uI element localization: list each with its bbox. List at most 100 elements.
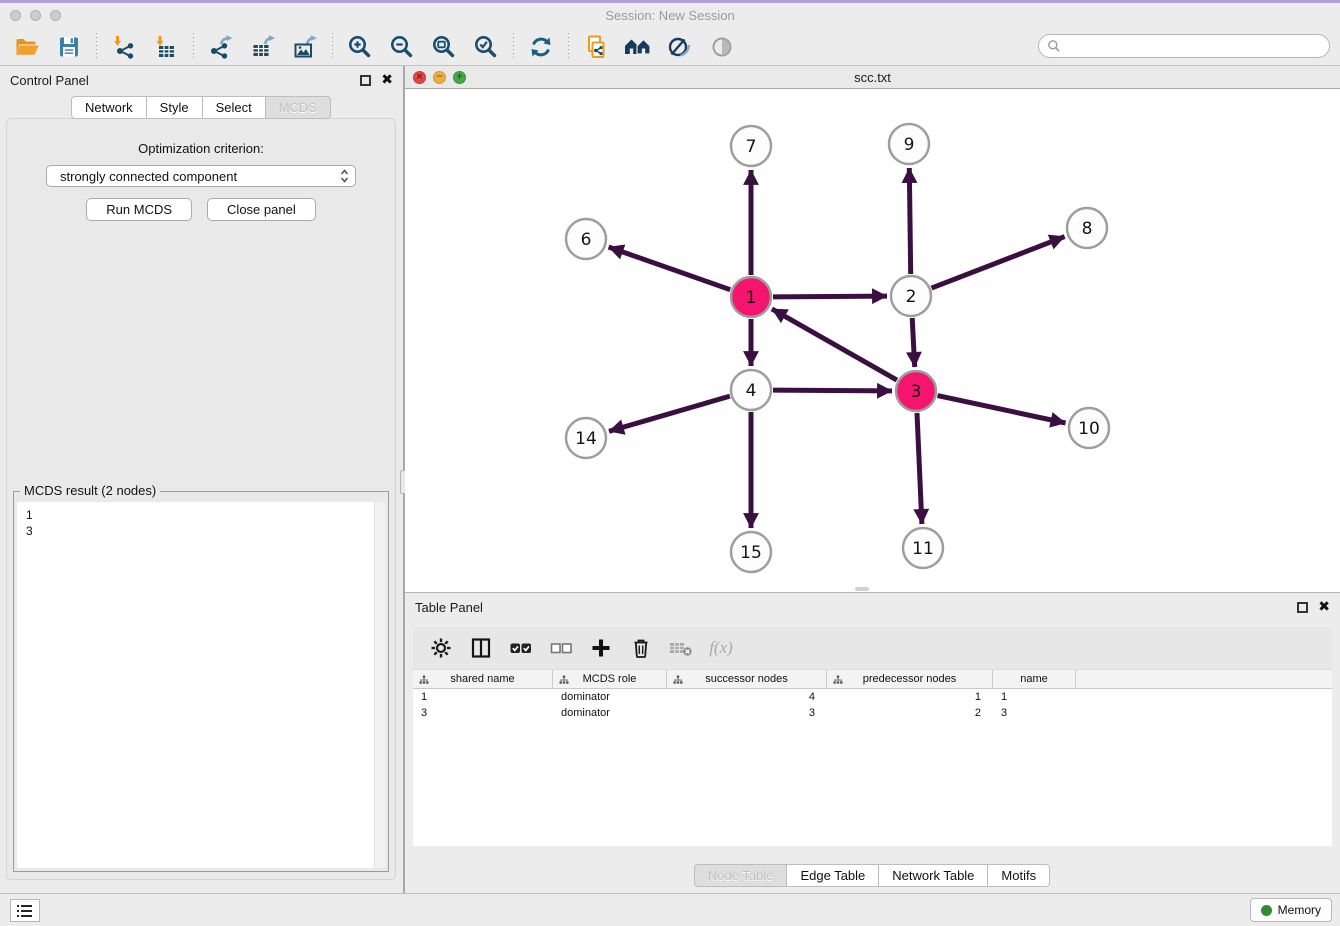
tab-select[interactable]: Select [202,96,266,119]
zoom-fit-button[interactable] [428,32,460,62]
window-title: Session: New Session [0,8,1340,23]
delete-table-icon [668,637,694,659]
toolbar-separator [513,33,514,61]
zoom-in-button[interactable] [344,32,376,62]
export-network-button[interactable] [205,32,237,62]
graph-edge-2-9[interactable] [909,168,910,274]
search-field[interactable] [1038,34,1330,58]
welcome-screen-button[interactable] [622,32,654,62]
graph-edge-1-2[interactable] [773,296,887,297]
tab-node-table[interactable]: Node Table [694,864,788,887]
tab-edge-table[interactable]: Edge Table [786,864,879,887]
delete-table-button[interactable] [667,635,695,661]
close-window-button[interactable] [10,10,21,21]
trash-icon [630,637,652,659]
open-session-button[interactable] [11,32,43,62]
maximize-window-button[interactable] [50,10,61,21]
graph-edge-2-8[interactable] [932,237,1065,289]
column-header-successor-nodes[interactable]: successor nodes [667,670,827,688]
graph-edge-4-14[interactable] [609,396,730,431]
close-table-panel-icon[interactable]: ✖ [1318,600,1330,614]
canvas-resize-handle[interactable] [855,587,869,591]
select-all-button[interactable] [507,635,535,661]
cell-shared-name[interactable]: 3 [413,707,553,719]
import-table-button[interactable] [150,32,182,62]
tab-motifs[interactable]: Motifs [987,864,1050,887]
table-row[interactable]: 1 dominator 4 1 1 [413,689,1332,705]
graph-edge-1-6[interactable] [609,247,731,290]
deselect-all-button[interactable] [547,635,575,661]
column-tree-icon [559,675,569,685]
cell-successor-nodes[interactable]: 4 [667,691,827,703]
close-panel-button[interactable]: Close panel [207,198,316,221]
close-panel-icon[interactable]: ✖ [381,73,393,87]
table-panel: Table Panel ✖ [405,592,1340,893]
graph-edge-3-10[interactable] [938,396,1066,423]
import-network-button[interactable] [108,32,140,62]
control-panel-header: Control Panel ✖ [0,66,403,94]
column-header-mcds-role[interactable]: MCDS role [553,670,667,688]
column-header-shared-name[interactable]: shared name [413,670,553,688]
cell-predecessor-nodes[interactable]: 1 [827,691,993,703]
import-network-icon [111,34,137,60]
search-input[interactable] [1066,39,1321,54]
add-column-button[interactable] [587,635,615,661]
column-header-name[interactable]: name [993,670,1076,688]
tab-mcds[interactable]: MCDS [265,96,331,119]
homes-icon [624,34,652,60]
graphics-details-button[interactable] [664,32,696,62]
memory-button[interactable]: Memory [1250,898,1332,922]
graph-edge-3-1[interactable] [772,309,897,380]
hide-details-button[interactable] [706,32,738,62]
cell-shared-name[interactable]: 1 [413,691,553,703]
cell-predecessor-nodes[interactable]: 2 [827,707,993,719]
graph-node-label-15: 15 [740,543,762,563]
status-bar: Memory [0,893,1340,926]
tab-network-table[interactable]: Network Table [878,864,988,887]
delete-column-button[interactable] [627,635,655,661]
network-canvas[interactable]: 7968124314101511 [405,89,1340,592]
zoom-selected-button[interactable] [470,32,502,62]
task-history-button[interactable] [10,899,40,922]
mcds-result-area[interactable]: 1 3 [17,502,385,868]
function-builder-button[interactable]: f(x) [707,635,735,661]
column-browser-button[interactable] [467,635,495,661]
cell-name[interactable]: 3 [993,707,1076,719]
float-panel-icon[interactable] [360,75,371,86]
table-panel-title: Table Panel [415,600,1297,615]
save-session-button[interactable] [53,32,85,62]
column-header-predecessor-nodes[interactable]: predecessor nodes [827,670,993,688]
graph-edge-4-3[interactable] [773,390,892,391]
tab-network[interactable]: Network [71,96,147,119]
column-tree-icon [833,675,843,685]
export-table-button[interactable] [247,32,279,62]
cell-mcds-role[interactable]: dominator [553,707,667,719]
node-table[interactable]: shared name MCDS role successor nodes pr… [413,669,1332,846]
run-mcds-button[interactable]: Run MCDS [86,198,192,221]
export-image-button[interactable] [289,32,321,62]
zoom-selected-icon [473,34,499,60]
tab-style[interactable]: Style [146,96,203,119]
cell-name[interactable]: 1 [993,691,1076,703]
result-scrollbar[interactable] [374,502,385,868]
table-row[interactable]: 3 dominator 3 2 3 [413,705,1332,721]
graph-edge-2-3[interactable] [912,318,915,367]
zoom-out-button[interactable] [386,32,418,62]
float-table-panel-icon[interactable] [1297,602,1308,613]
minimize-window-button[interactable] [30,10,41,21]
cell-successor-nodes[interactable]: 3 [667,707,827,719]
graph-edge-3-11[interactable] [917,413,922,524]
network-graph[interactable]: 7968124314101511 [405,89,1340,592]
apply-layout-button[interactable] [525,32,557,62]
zoom-in-icon [347,34,373,60]
close-network-button[interactable]: × [413,71,426,84]
graph-node-label-8: 8 [1082,219,1093,239]
clone-network-button[interactable] [580,32,612,62]
minimize-network-button[interactable]: − [433,71,446,84]
maximize-network-button[interactable]: + [453,71,466,84]
open-folder-icon [14,34,40,60]
table-settings-button[interactable] [427,635,455,661]
cell-mcds-role[interactable]: dominator [553,691,667,703]
criterion-dropdown[interactable]: strongly connected component [46,165,356,187]
graph-node-label-1: 1 [746,288,757,308]
